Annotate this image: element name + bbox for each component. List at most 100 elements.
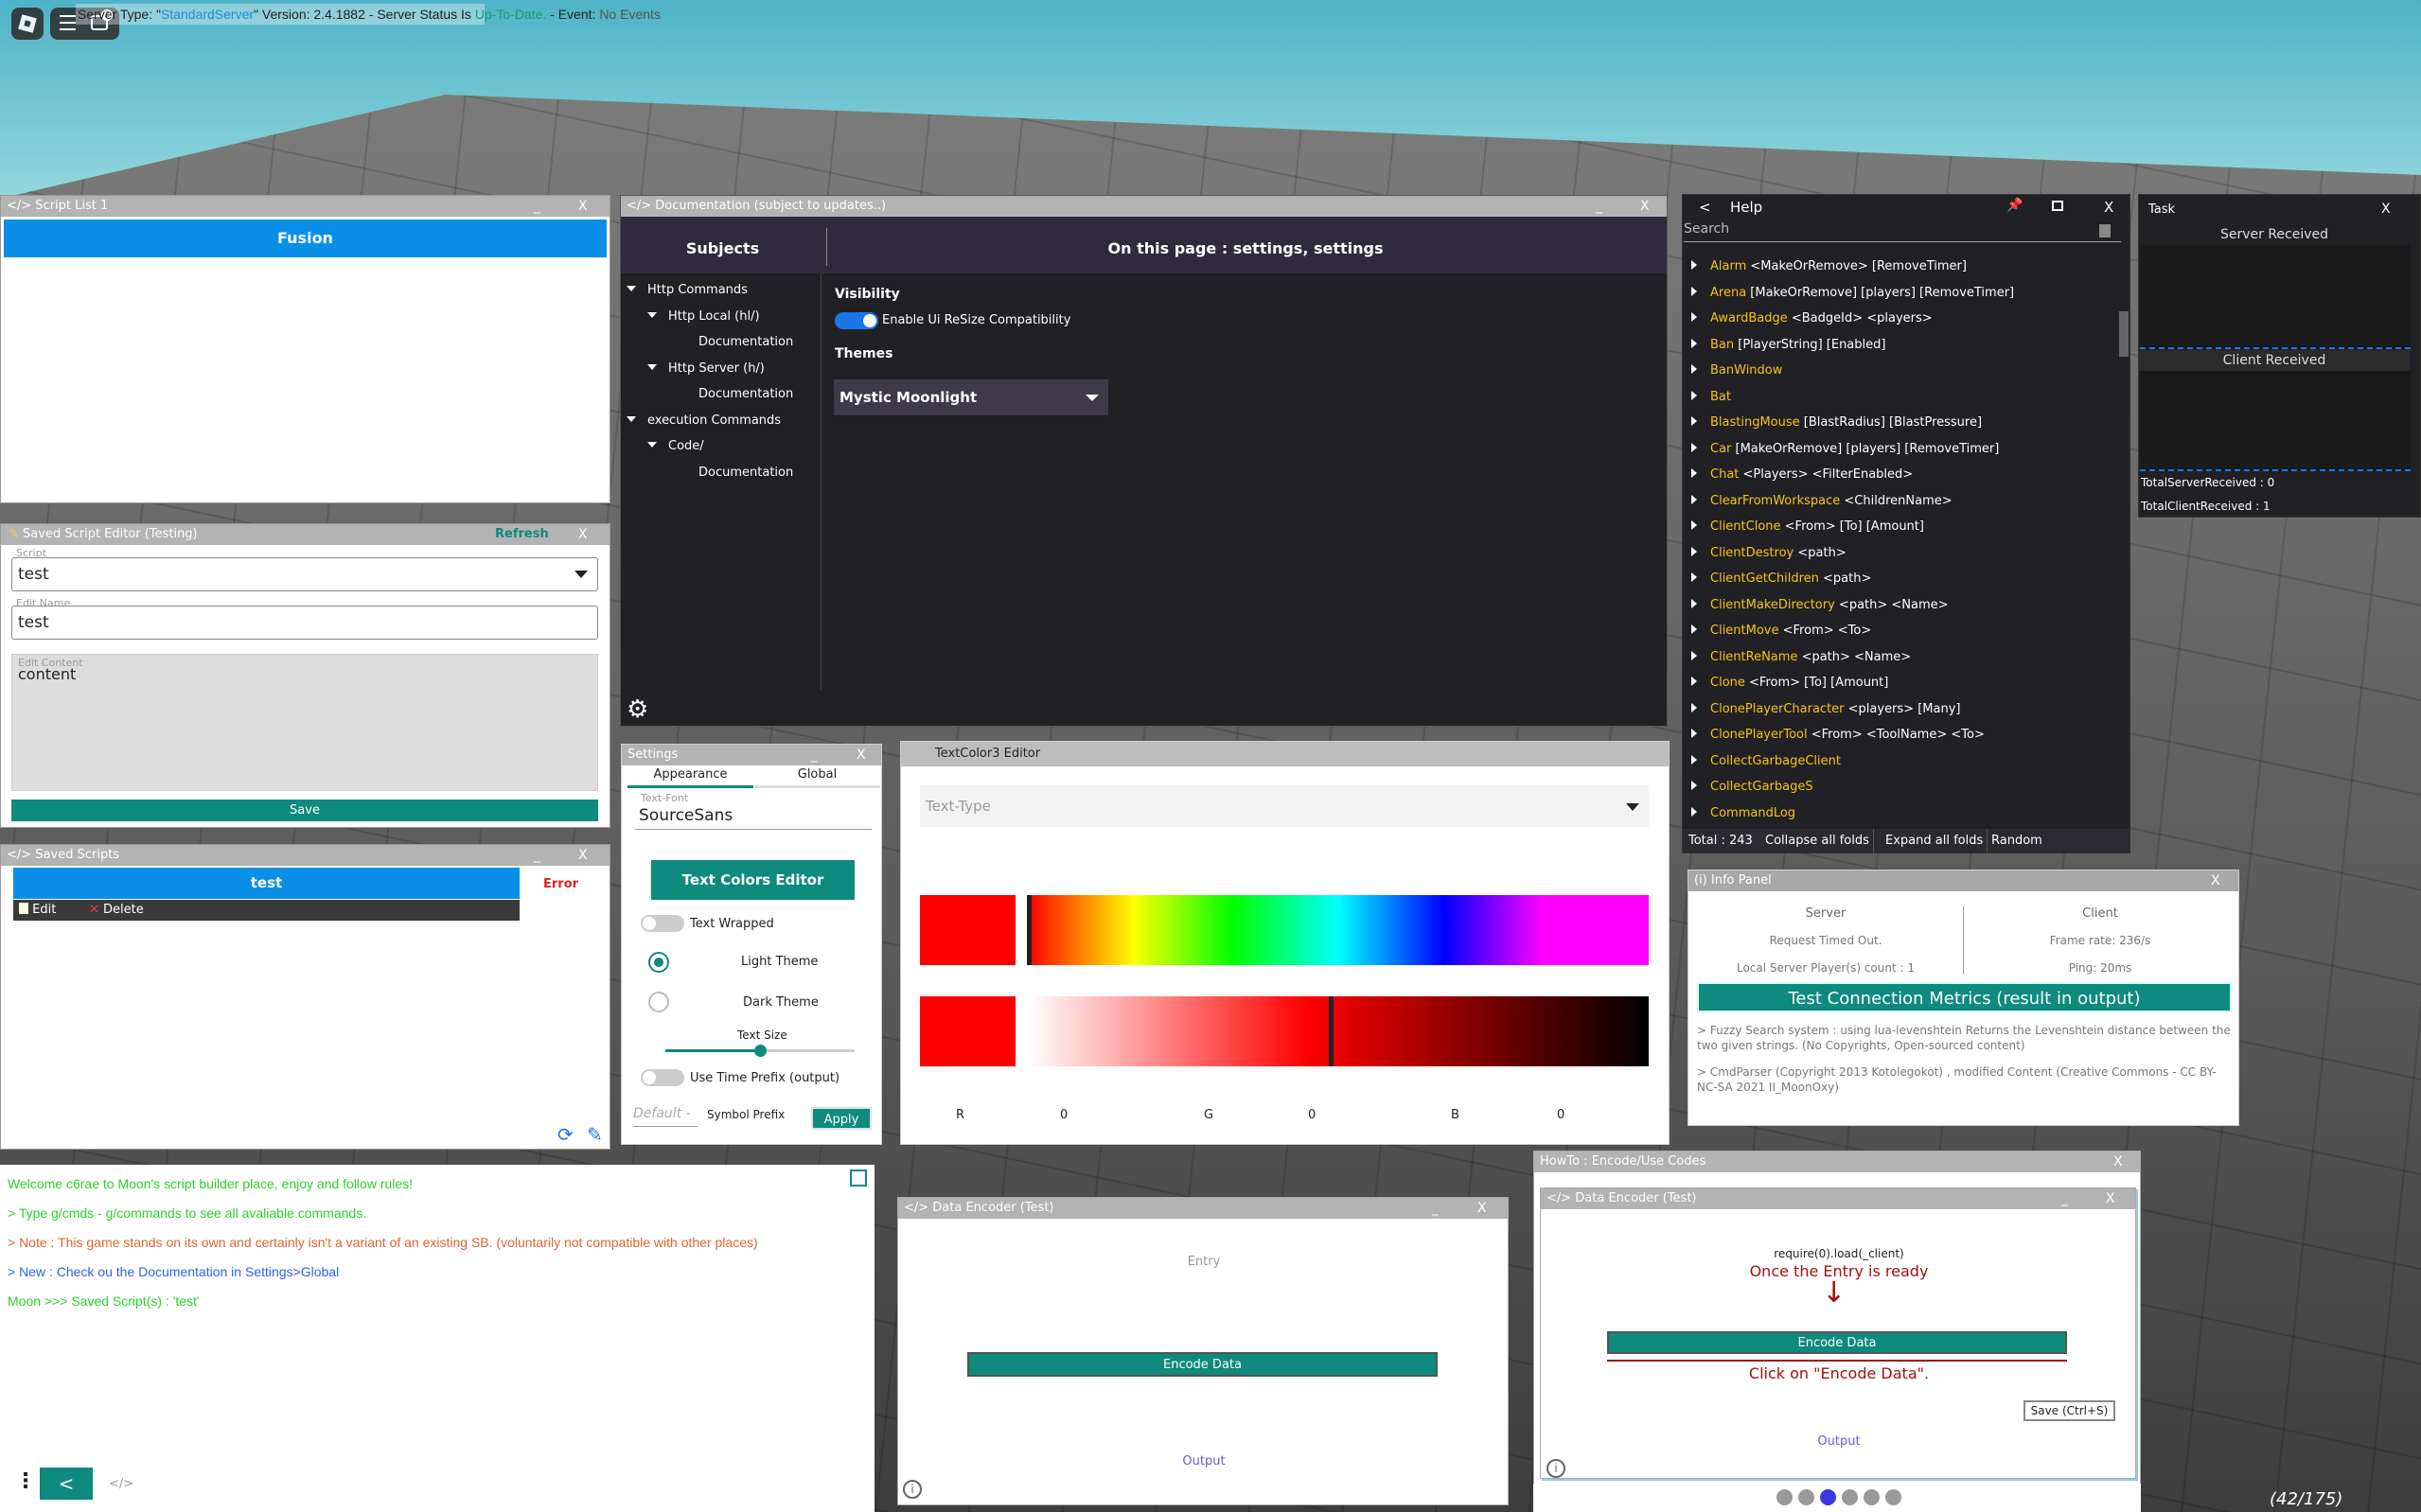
help-command-item[interactable]: CollectGarbageClient bbox=[1683, 754, 2113, 781]
pencil-icon[interactable]: ✎ bbox=[587, 1123, 603, 1146]
help-command-item[interactable]: Ban [PlayerString] [Enabled] bbox=[1683, 338, 2113, 364]
light-theme-radio[interactable] bbox=[648, 952, 669, 973]
info-icon[interactable]: i bbox=[903, 1480, 922, 1499]
trash-icon[interactable] bbox=[2099, 224, 2111, 237]
refresh-button[interactable]: Refresh bbox=[495, 524, 549, 545]
close-button[interactable]: X bbox=[578, 524, 588, 545]
expand-all-button[interactable]: Expand all folds bbox=[1882, 829, 1988, 853]
help-command-item[interactable]: CollectGarbageS bbox=[1683, 780, 2113, 806]
help-search-input[interactable]: Search bbox=[1684, 221, 2121, 242]
help-command-item[interactable]: ClientGetChildren <path> bbox=[1683, 571, 2113, 598]
help-command-item[interactable]: ClonePlayerTool <From> <ToolName> <To> bbox=[1683, 728, 2113, 754]
help-command-item[interactable]: Bat bbox=[1683, 390, 2113, 416]
help-command-item[interactable]: Clone <From> [To] [Amount] bbox=[1683, 676, 2113, 702]
page-dot[interactable] bbox=[1864, 1489, 1880, 1505]
time-prefix-toggle[interactable] bbox=[641, 1069, 684, 1086]
minimize-button[interactable]: _ bbox=[1596, 196, 1602, 217]
close-button[interactable]: X bbox=[578, 196, 588, 217]
page-dot[interactable] bbox=[1885, 1489, 1901, 1505]
tree-item[interactable]: Documentation bbox=[627, 387, 825, 413]
help-command-item[interactable]: Alarm <MakeOrRemove> [RemoveTimer] bbox=[1683, 259, 2113, 286]
edit-name-input[interactable]: test bbox=[11, 606, 598, 640]
title-bar[interactable]: </> Script List 1 _ X bbox=[1, 196, 610, 217]
title-bar[interactable]: </> Saved Scripts _ X bbox=[1, 845, 610, 866]
close-button[interactable]: X bbox=[857, 745, 866, 765]
title-bar[interactable]: (i) Info Panel X bbox=[1688, 870, 2238, 891]
close-button[interactable]: X bbox=[1640, 196, 1650, 217]
tree-item[interactable]: Http Local (hl/) bbox=[627, 309, 825, 336]
tree-item[interactable]: Documentation bbox=[627, 335, 825, 361]
pin-icon[interactable]: 📌 bbox=[2006, 198, 2023, 213]
close-button[interactable]: X bbox=[2381, 202, 2391, 217]
tree-item[interactable]: Documentation bbox=[627, 466, 825, 492]
page-dot[interactable] bbox=[1842, 1489, 1858, 1505]
title-bar[interactable]: </> Documentation (subject to updates..)… bbox=[621, 196, 1667, 217]
close-button[interactable]: X bbox=[2211, 870, 2220, 891]
saturation-gradient[interactable] bbox=[1028, 996, 1649, 1066]
script-item-fusion[interactable]: Fusion bbox=[4, 220, 607, 257]
edit-button[interactable]: Edit bbox=[19, 900, 56, 921]
text-colors-editor-button[interactable]: Text Colors Editor bbox=[651, 860, 855, 900]
code-icon[interactable]: </> bbox=[109, 1477, 133, 1491]
page-dot-active[interactable] bbox=[1820, 1489, 1836, 1505]
random-button[interactable]: Random bbox=[1991, 829, 2042, 853]
r-value[interactable]: 0 bbox=[1060, 1108, 1068, 1122]
save-button[interactable]: Save bbox=[11, 800, 598, 821]
tree-item[interactable]: Http Commands bbox=[627, 283, 825, 309]
help-command-item[interactable]: ClientReName <path> <Name> bbox=[1683, 650, 2113, 677]
help-command-item[interactable]: CommandLog bbox=[1683, 806, 2113, 828]
minimize-button[interactable]: _ bbox=[534, 196, 540, 217]
close-button[interactable]: X bbox=[2104, 199, 2113, 216]
dark-theme-radio[interactable] bbox=[648, 992, 669, 1012]
minimize-button[interactable]: _ bbox=[1432, 1198, 1439, 1219]
maximize-icon[interactable] bbox=[2052, 201, 2063, 211]
help-command-item[interactable]: BanWindow bbox=[1683, 363, 2113, 390]
title-bar[interactable]: </> Data Encoder (Test) _ X bbox=[898, 1198, 1508, 1219]
back-button[interactable]: < bbox=[1699, 199, 1711, 216]
back-button[interactable]: < bbox=[40, 1468, 93, 1500]
encode-data-button[interactable]: Encode Data bbox=[967, 1352, 1438, 1377]
hue-gradient[interactable] bbox=[1027, 895, 1649, 965]
gear-icon[interactable]: ⚙ bbox=[627, 697, 648, 722]
title-bar[interactable]: Settings _ X bbox=[622, 745, 881, 765]
tree-item[interactable]: Http Server (h/) bbox=[627, 361, 825, 388]
minimize-button[interactable]: _ bbox=[534, 845, 540, 866]
help-command-item[interactable]: ClientMakeDirectory <path> <Name> bbox=[1683, 598, 2113, 624]
close-button[interactable]: X bbox=[578, 845, 588, 866]
help-command-item[interactable]: ClientDestroy <path> bbox=[1683, 546, 2113, 572]
menu-icon[interactable] bbox=[60, 15, 76, 30]
resize-toggle[interactable] bbox=[835, 312, 878, 329]
text-type-dropdown[interactable]: Text-Type bbox=[920, 785, 1649, 827]
help-command-item[interactable]: ClientMove <From> <To> bbox=[1683, 624, 2113, 650]
title-bar[interactable]: ✎ Saved Script Editor (Testing) Refresh X bbox=[1, 524, 610, 545]
collapse-all-button[interactable]: Collapse all folds bbox=[1761, 829, 1874, 853]
entry-input[interactable]: Entry bbox=[898, 1255, 1508, 1269]
slider-knob[interactable] bbox=[754, 1045, 767, 1057]
theme-dropdown[interactable]: Mystic Moonlight bbox=[834, 379, 1108, 415]
tab-appearance[interactable]: Appearance bbox=[627, 767, 753, 788]
font-input[interactable]: SourceSans bbox=[635, 801, 872, 830]
scrollbar[interactable] bbox=[2119, 311, 2129, 357]
text-size-slider[interactable] bbox=[665, 1045, 855, 1057]
roblox-logo-button[interactable] bbox=[11, 8, 44, 40]
script-dropdown[interactable]: test bbox=[11, 557, 598, 591]
help-command-item[interactable]: AwardBadge <BadgeId> <players> bbox=[1683, 311, 2113, 338]
delete-button[interactable]: ✕ Delete bbox=[89, 900, 144, 921]
help-command-item[interactable]: BlastingMouse [BlastRadius] [BlastPressu… bbox=[1683, 415, 2113, 442]
apply-button[interactable]: Apply bbox=[811, 1107, 872, 1130]
symbol-prefix-input[interactable]: Default - bbox=[633, 1106, 698, 1127]
g-value[interactable]: 0 bbox=[1308, 1108, 1316, 1122]
tab-global[interactable]: Global bbox=[754, 767, 880, 788]
help-command-item[interactable]: Car [MakeOrRemove] [players] [RemoveTime… bbox=[1683, 442, 2113, 468]
title-bar[interactable]: TextColor3 Editor bbox=[901, 742, 1669, 766]
help-command-item[interactable]: ClearFromWorkspace <ChildrenName> bbox=[1683, 494, 2113, 520]
tree-item[interactable]: Code/ bbox=[627, 439, 825, 466]
page-dot[interactable] bbox=[1798, 1489, 1814, 1505]
help-command-item[interactable]: ClonePlayerCharacter <players> [Many] bbox=[1683, 702, 2113, 729]
text-wrapped-toggle[interactable] bbox=[641, 915, 684, 932]
b-value[interactable]: 0 bbox=[1557, 1108, 1564, 1122]
close-button[interactable]: X bbox=[1477, 1198, 1487, 1219]
page-dot[interactable] bbox=[1776, 1489, 1793, 1505]
minimize-button[interactable]: _ bbox=[811, 745, 818, 765]
close-button[interactable]: X bbox=[2113, 1152, 2123, 1172]
